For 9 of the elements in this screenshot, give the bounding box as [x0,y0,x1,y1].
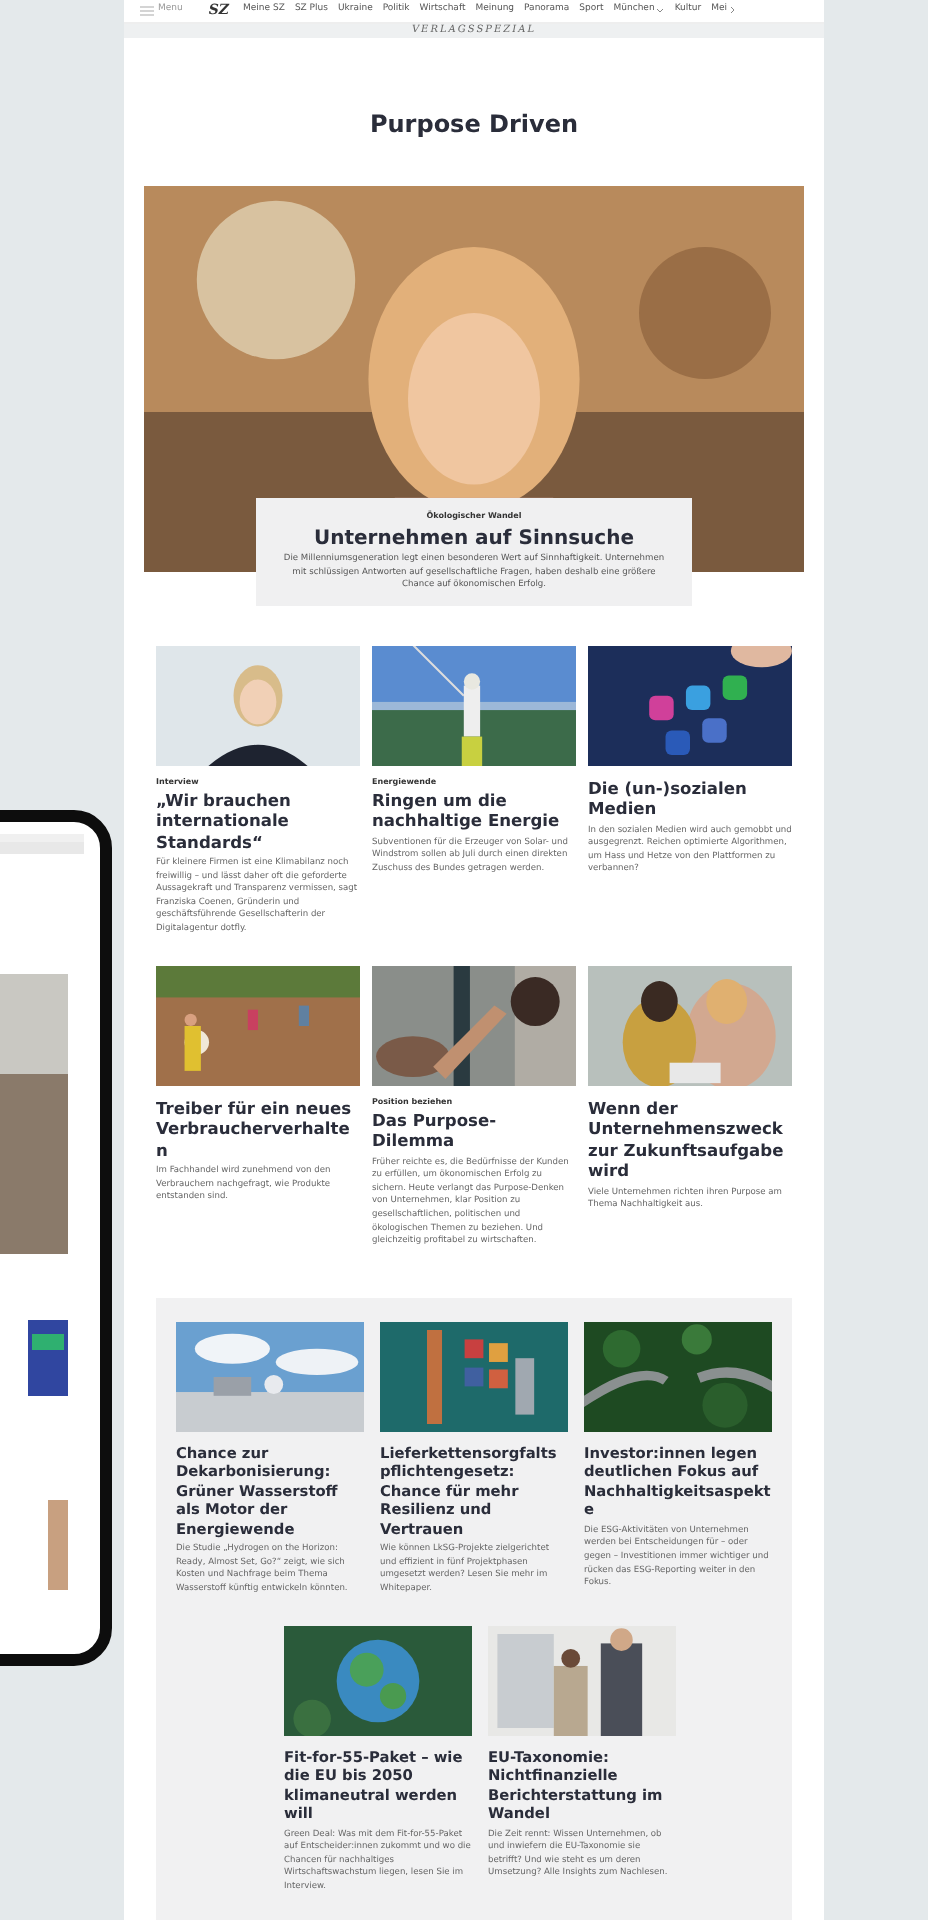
article-headline[interactable]: Ringen um die nachhaltige Energie [372,789,576,831]
page-title: Purpose Driven [369,108,579,142]
article-headline[interactable]: Wenn der Unternehmenszweck zur Zukunftsaufgabe wird [588,1097,792,1182]
menu-icon [140,5,154,16]
article-headline[interactable]: „Wir brauchen internationale Standards“ [156,789,360,852]
article-headline[interactable]: Treiber für ein neues Verbraucherverhalten [156,1097,360,1161]
article-headline[interactable]: Die (un-)sozialen Medien [588,777,792,819]
hero-headline[interactable]: Unternehmen auf Sinnsuche [313,526,635,552]
article-headline[interactable]: Das Purpose-Dilemma [372,1109,576,1152]
